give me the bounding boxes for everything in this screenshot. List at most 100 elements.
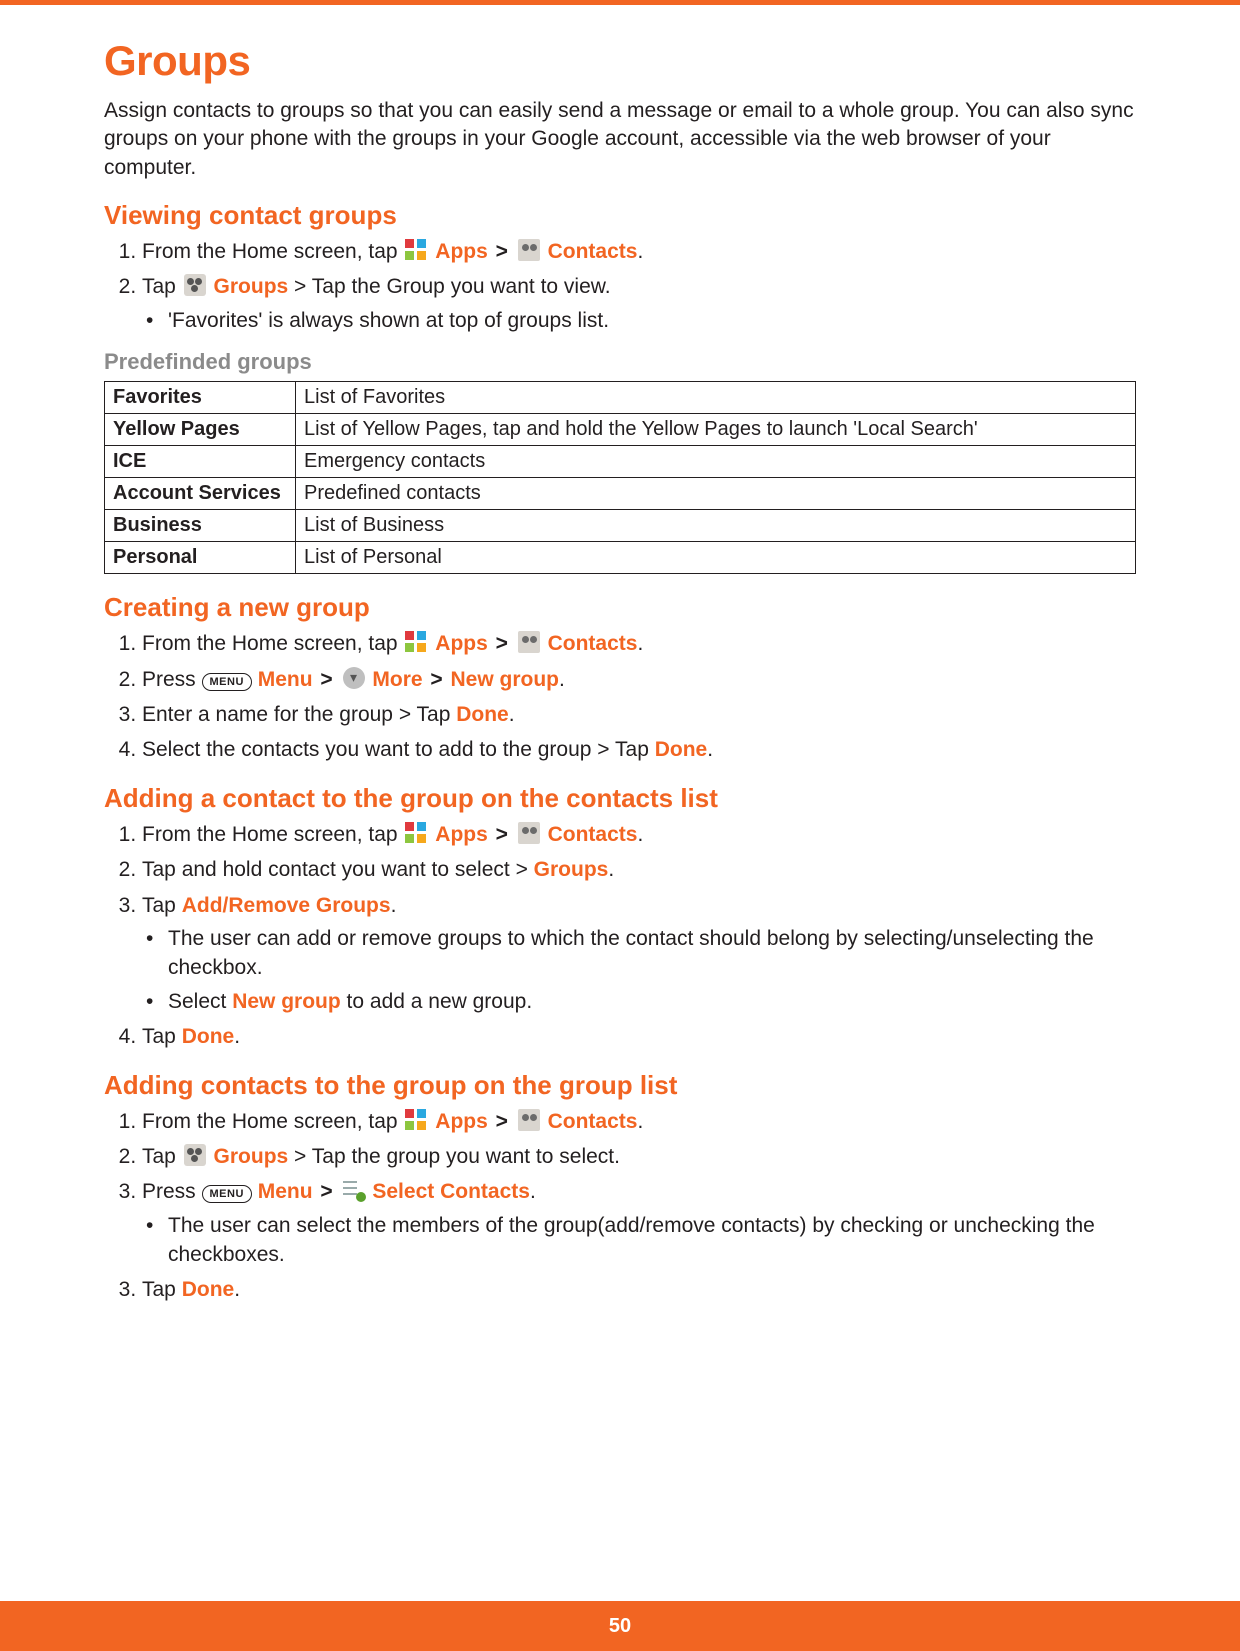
group-name: Account Services bbox=[105, 478, 296, 510]
menu-key-icon: MENU bbox=[202, 1185, 252, 1203]
adding-group-step-3-notes: The user can select the members of the g… bbox=[142, 1211, 1136, 1270]
apps-label: Apps bbox=[435, 240, 488, 263]
groups-label: Groups bbox=[214, 275, 289, 298]
apps-label: Apps bbox=[435, 823, 488, 846]
text: to add a new group. bbox=[341, 990, 532, 1013]
adding-group-step-1: From the Home screen, tap Apps > Contact… bbox=[142, 1107, 1136, 1136]
group-name: Yellow Pages bbox=[105, 414, 296, 446]
text: Tap bbox=[142, 1145, 182, 1168]
select-contacts-label: Select Contacts bbox=[372, 1180, 530, 1203]
text: Press bbox=[142, 1180, 202, 1203]
table-row: Business List of Business bbox=[105, 510, 1136, 542]
apps-icon bbox=[405, 631, 427, 653]
adding-contact-step-3: Tap Add/Remove Groups. The user can add … bbox=[142, 891, 1136, 1017]
table-row: Personal List of Personal bbox=[105, 542, 1136, 574]
page-footer: 50 bbox=[0, 1601, 1240, 1651]
more-label: More bbox=[372, 668, 422, 691]
apps-icon bbox=[405, 1109, 427, 1131]
done-label: Done bbox=[182, 1278, 235, 1301]
contacts-label: Contacts bbox=[548, 823, 638, 846]
page-number: 50 bbox=[609, 1615, 631, 1637]
note: 'Favorites' is always shown at top of gr… bbox=[168, 306, 1136, 335]
text: > Tap the Group you want to view. bbox=[288, 275, 610, 298]
creating-step-4: Select the contacts you want to add to t… bbox=[142, 735, 1136, 764]
groups-icon bbox=[184, 1144, 206, 1166]
done-label: Done bbox=[456, 703, 509, 726]
contacts-icon bbox=[518, 1109, 540, 1131]
viewing-steps: From the Home screen, tap Apps > Contact… bbox=[104, 237, 1136, 335]
text: Tap bbox=[142, 275, 182, 298]
separator: > bbox=[428, 668, 450, 691]
apps-label: Apps bbox=[435, 1110, 488, 1133]
section-creating-heading: Creating a new group bbox=[104, 592, 1136, 623]
adding-group-step-3: Press MENU Menu > Select Contacts. The u… bbox=[142, 1177, 1136, 1269]
text: From the Home screen, tap bbox=[142, 1110, 403, 1133]
select-contacts-icon bbox=[343, 1179, 365, 1201]
separator: > bbox=[318, 1180, 340, 1203]
text: From the Home screen, tap bbox=[142, 632, 403, 655]
adding-group-step-4: Tap Done. bbox=[142, 1275, 1136, 1304]
text: Tap bbox=[142, 1278, 182, 1301]
viewing-step-2: Tap Groups > Tap the Group you want to v… bbox=[142, 272, 1136, 335]
text: From the Home screen, tap bbox=[142, 823, 403, 846]
done-label: Done bbox=[182, 1025, 235, 1048]
text: Select bbox=[168, 990, 232, 1013]
adding-group-step-2: Tap Groups > Tap the group you want to s… bbox=[142, 1142, 1136, 1171]
separator: > bbox=[494, 1110, 516, 1133]
group-desc: Predefined contacts bbox=[296, 478, 1136, 510]
more-icon bbox=[343, 667, 365, 689]
text: . bbox=[530, 1180, 536, 1203]
group-desc: Emergency contacts bbox=[296, 446, 1136, 478]
text: . bbox=[637, 823, 643, 846]
apps-icon bbox=[405, 822, 427, 844]
text: . bbox=[234, 1278, 240, 1301]
group-name: Personal bbox=[105, 542, 296, 574]
text: Tap bbox=[142, 1025, 182, 1048]
section-viewing-heading: Viewing contact groups bbox=[104, 200, 1136, 231]
table-row: Yellow Pages List of Yellow Pages, tap a… bbox=[105, 414, 1136, 446]
separator: > bbox=[494, 240, 516, 263]
done-label: Done bbox=[655, 738, 708, 761]
new-group-label: New group bbox=[451, 668, 560, 691]
separator: > bbox=[494, 632, 516, 655]
text: . bbox=[391, 894, 397, 917]
text: . bbox=[637, 632, 643, 655]
menu-key-icon: MENU bbox=[202, 673, 252, 691]
text: . bbox=[509, 703, 515, 726]
new-group-label: New group bbox=[232, 990, 341, 1013]
text: From the Home screen, tap bbox=[142, 240, 403, 263]
contacts-icon bbox=[518, 631, 540, 653]
page-content: Groups Assign contacts to groups so that… bbox=[0, 37, 1240, 1305]
contacts-label: Contacts bbox=[548, 1110, 638, 1133]
contacts-label: Contacts bbox=[548, 632, 638, 655]
note: The user can add or remove groups to whi… bbox=[168, 924, 1136, 983]
adding-contact-step-1: From the Home screen, tap Apps > Contact… bbox=[142, 820, 1136, 849]
table-row: Favorites List of Favorites bbox=[105, 382, 1136, 414]
separator: > bbox=[318, 668, 340, 691]
creating-step-1: From the Home screen, tap Apps > Contact… bbox=[142, 629, 1136, 658]
creating-step-3: Enter a name for the group > Tap Done. bbox=[142, 700, 1136, 729]
group-desc: List of Yellow Pages, tap and hold the Y… bbox=[296, 414, 1136, 446]
contacts-icon bbox=[518, 822, 540, 844]
adding-contact-step-3-notes: The user can add or remove groups to whi… bbox=[142, 924, 1136, 1016]
viewing-step-2-notes: 'Favorites' is always shown at top of gr… bbox=[142, 306, 1136, 335]
group-desc: List of Favorites bbox=[296, 382, 1136, 414]
menu-label: Menu bbox=[258, 1180, 313, 1203]
text: . bbox=[608, 858, 614, 881]
section-adding-contact-heading: Adding a contact to the group on the con… bbox=[104, 783, 1136, 814]
text: . bbox=[707, 738, 713, 761]
text: Press bbox=[142, 668, 202, 691]
contacts-icon bbox=[518, 239, 540, 261]
adding-contact-steps: From the Home screen, tap Apps > Contact… bbox=[104, 820, 1136, 1052]
add-remove-groups-label: Add/Remove Groups bbox=[182, 894, 391, 917]
predef-heading: Predefinded groups bbox=[104, 349, 1136, 375]
table-row: Account Services Predefined contacts bbox=[105, 478, 1136, 510]
apps-label: Apps bbox=[435, 632, 488, 655]
predef-table: Favorites List of Favorites Yellow Pages… bbox=[104, 381, 1136, 574]
group-name: Favorites bbox=[105, 382, 296, 414]
text: Select the contacts you want to add to t… bbox=[142, 738, 655, 761]
text: . bbox=[234, 1025, 240, 1048]
text: > Tap the group you want to select. bbox=[288, 1145, 620, 1168]
table-row: ICE Emergency contacts bbox=[105, 446, 1136, 478]
contacts-label: Contacts bbox=[548, 240, 638, 263]
